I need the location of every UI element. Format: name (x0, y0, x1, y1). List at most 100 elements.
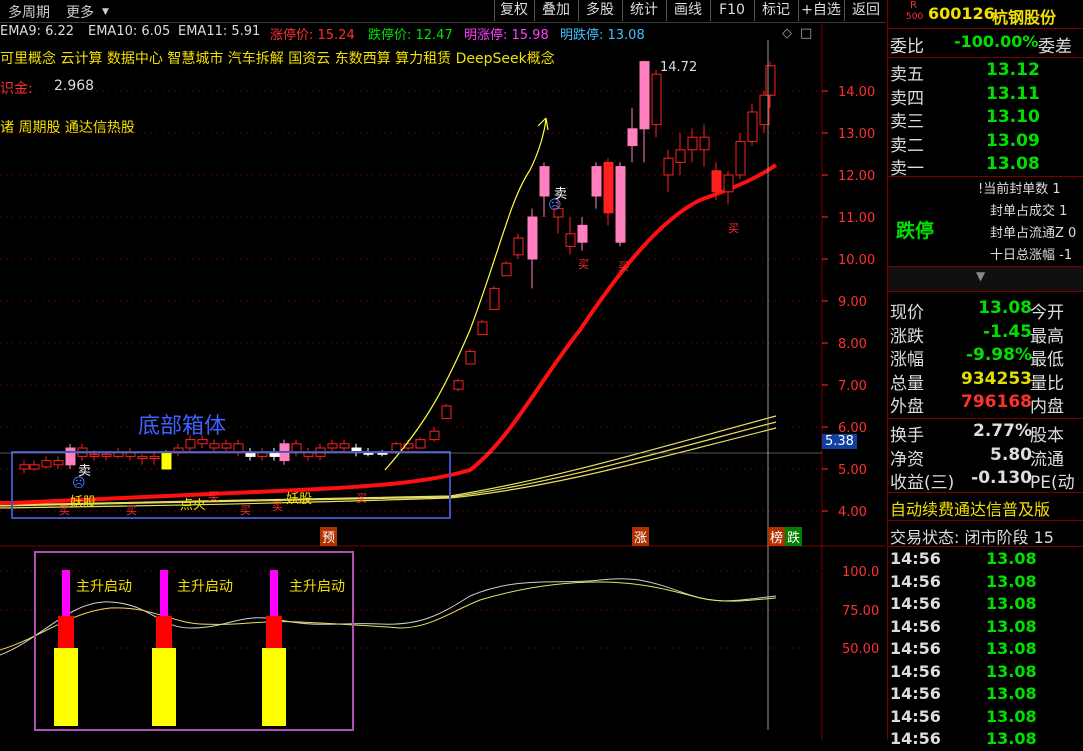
ask-label: 卖三 (890, 112, 924, 132)
tick-time: 14:56 (890, 594, 941, 613)
tick-row: 14:56 13.08 (888, 617, 1083, 639)
limit-down-tag[interactable]: 跌 (785, 527, 803, 546)
stat-value: 5.80 (990, 444, 1032, 465)
trade-state: 交易状态: 闭市阶段 15 (890, 528, 1054, 547)
stat-label2: 量比 (1030, 373, 1064, 394)
face-icon: ☹ (72, 476, 86, 491)
candle-body (539, 166, 550, 197)
y-axis-tick: 4.00 (838, 505, 867, 520)
stock-code[interactable]: 600126 (928, 4, 995, 23)
max-price-label: 14.72 (660, 60, 698, 75)
weicha-label: 委差 (1038, 37, 1072, 57)
signal-bar-red (266, 616, 282, 648)
y-axis-tick: 9.00 (838, 295, 867, 310)
candle-body (29, 464, 40, 470)
signal-bar-red (156, 616, 172, 648)
margin-badge: R (910, 0, 917, 11)
ask-price: 13.09 (986, 130, 1040, 151)
stat-value: -9.98% (965, 345, 1032, 365)
ema-line-2 (0, 421, 777, 507)
candle-body (89, 453, 100, 457)
tick-row: 14:56 13.08 (888, 549, 1083, 571)
ask-row[interactable]: 卖一 13.08 (888, 154, 1083, 179)
y-axis-tick: 5.00 (838, 463, 867, 478)
stat-row: 收益(三) -0.130 PE(动 (888, 468, 1083, 493)
candle-body (415, 439, 426, 449)
stat-label: 收益(三) (890, 473, 955, 493)
limit-up-tag[interactable]: 涨 (632, 527, 650, 546)
stat-label: 涨幅 (890, 350, 924, 370)
tick-time: 14:56 (890, 661, 941, 681)
chevron-down-icon[interactable]: ▼ (976, 269, 985, 283)
ask-label: 卖五 (890, 65, 924, 85)
collapse-bar[interactable]: ▼ (888, 266, 1083, 292)
signal-bar-magenta (270, 570, 278, 616)
stat-label2: 最高 (1030, 326, 1064, 347)
face-icon: ☹ (548, 198, 562, 213)
signal-bar-yellow (152, 648, 176, 726)
y-axis-tick: 7.00 (838, 379, 867, 394)
hand-drawn-trend-line (384, 117, 547, 471)
buy-marker: 买 (618, 260, 629, 273)
candle-body (441, 405, 452, 420)
ask-row[interactable]: 卖四 13.11 (888, 84, 1083, 109)
signal-label: 点火 (180, 498, 207, 513)
stat-value: 934253 (961, 368, 1032, 389)
tick-price: 13.08 (986, 639, 1037, 658)
ask-row[interactable]: 卖五 13.12 (888, 60, 1083, 85)
stock-name[interactable]: 杭钢股份 (992, 4, 1056, 28)
ad-text[interactable]: 自动续费通达信普及版 (890, 496, 1050, 520)
y-axis-tick: 12.00 (838, 169, 875, 184)
stat-label2: 内盘 (1030, 397, 1064, 417)
signal-label: 妖股 (286, 492, 313, 507)
stat-row: 外盘 796168 内盘 (888, 392, 1083, 417)
buy-marker: 买 (728, 222, 739, 235)
tick-time: 14:56 (890, 571, 941, 591)
tick-time: 14:56 (890, 616, 941, 636)
kline-chart[interactable]: 14.0013.0012.0011.0010.009.008.007.006.0… (0, 0, 886, 740)
index-badge: 500 (906, 12, 924, 22)
tick-price: 13.08 (986, 594, 1037, 613)
ask-row[interactable]: 卖三 13.10 (888, 107, 1083, 132)
stat-value: -1.45 (983, 321, 1032, 342)
stat-row: 涨幅 -9.98% 最低 (888, 345, 1083, 370)
stat-label2: 股本 (1030, 426, 1064, 446)
seal-info: 封单占成交 1 (990, 204, 1068, 219)
stat-value: 2.77% (973, 421, 1032, 441)
forecast-tag[interactable]: 预 (320, 527, 338, 546)
sub-axis-tick: 50.00 (842, 642, 879, 657)
candle-body (149, 455, 160, 459)
arrow-head-icon (537, 117, 549, 131)
candle-body (651, 73, 662, 126)
candle-body (197, 439, 208, 445)
weibi-label: 委比 (890, 37, 924, 57)
quote-panel: R 500 600126 杭钢股份 委比 -100.00% 委差 卖五 13.12… (887, 0, 1083, 748)
stat-label2: PE(动 (1030, 473, 1075, 493)
seal-info: !当前封单数 1 (978, 182, 1061, 197)
candle-body (735, 140, 746, 176)
weibi-row: 委比 -100.00% 委差 (888, 32, 1083, 57)
weibi-value: -100.00% (954, 32, 1039, 51)
buy-marker: 买 (272, 500, 283, 513)
stat-label2: 流通 (1030, 449, 1064, 470)
candle-body (765, 65, 776, 96)
seal-info: 十日总涨幅 -1 (990, 248, 1073, 263)
ranking-tag[interactable]: 榜 (768, 527, 786, 546)
ask-price: 13.10 (986, 107, 1040, 127)
candle-body (233, 443, 244, 453)
ask-row[interactable]: 卖二 13.09 (888, 130, 1083, 156)
ask-price: 13.12 (986, 60, 1040, 80)
y-axis-tick: 8.00 (838, 337, 867, 352)
stat-label: 外盘 (890, 397, 924, 417)
candle-body (663, 157, 674, 176)
candle-body (565, 233, 576, 247)
y-axis-tick: 14.00 (838, 85, 875, 100)
candle-body (675, 149, 686, 163)
ask-label: 卖二 (890, 135, 924, 156)
tick-price: 13.08 (986, 571, 1037, 591)
signal-label: 妖股 (70, 495, 97, 510)
candle-body (513, 237, 524, 256)
buy-marker: 买 (356, 492, 367, 505)
launch-label: 主升启动 (289, 579, 345, 595)
tick-time: 14:56 (890, 706, 941, 726)
